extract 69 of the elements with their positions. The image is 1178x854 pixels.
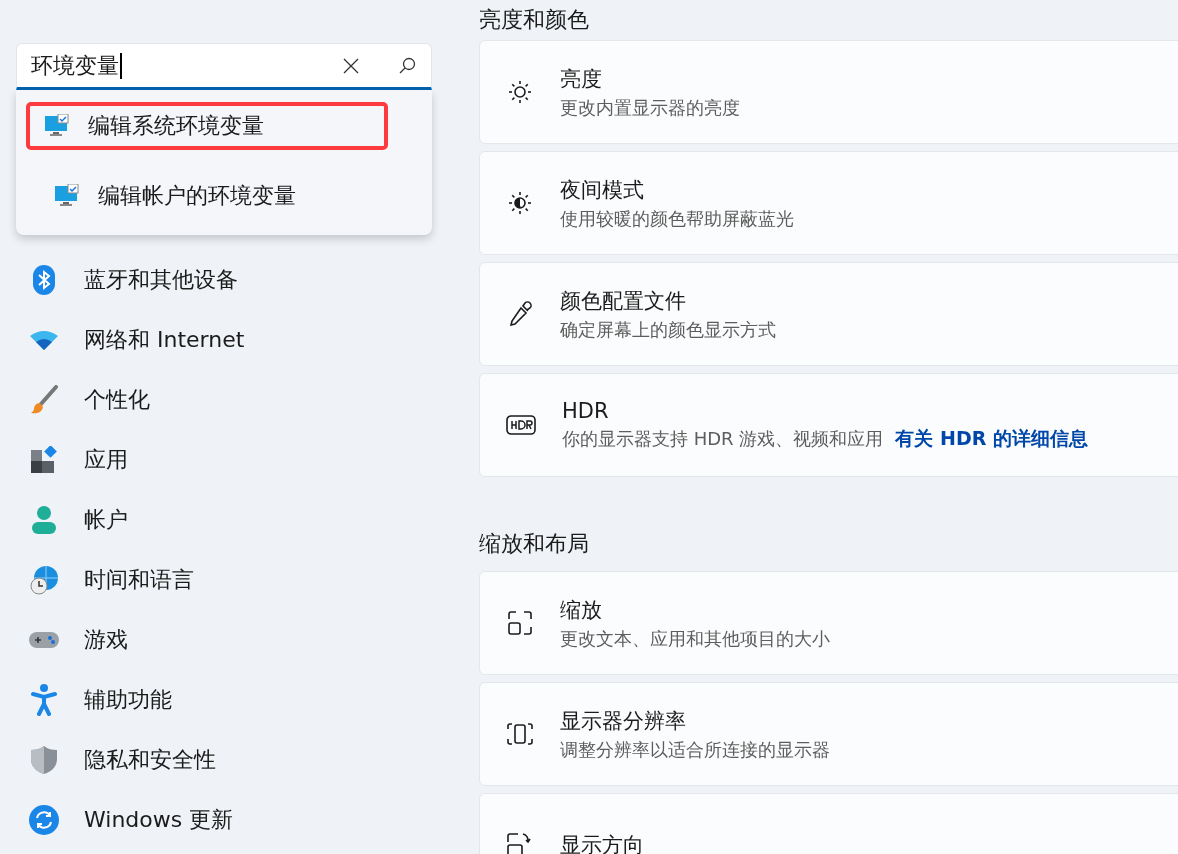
nav-label: 帐户 xyxy=(84,506,128,534)
nav-item[interactable]: 隐私和安全性 xyxy=(16,730,470,790)
nav-item[interactable]: 蓝牙和其他设备 xyxy=(16,250,470,310)
nav-item[interactable]: 时间和语言 xyxy=(16,550,470,610)
nav-label: 游戏 xyxy=(84,626,128,654)
apps-icon xyxy=(30,446,58,474)
card-title: 缩放 xyxy=(560,596,603,624)
wifi-icon xyxy=(29,329,59,351)
nav-label: 隐私和安全性 xyxy=(84,746,216,774)
card-title: HDR xyxy=(562,398,610,423)
settings-card[interactable]: HDR 你的显示器支持 HDR 游戏、视频和应用 有关 HDR 的详细信息 xyxy=(479,373,1178,477)
half-sun-icon xyxy=(506,189,534,217)
card-title: 亮度 xyxy=(560,65,603,93)
accessibility-icon xyxy=(31,684,57,716)
sun-icon xyxy=(506,78,534,106)
nav-label: 时间和语言 xyxy=(84,566,194,594)
card-title: 夜间模式 xyxy=(560,176,645,204)
result-label: 编辑系统环境变量 xyxy=(88,112,264,140)
card-description: 更改内置显示器的亮度 xyxy=(560,95,740,120)
nav-item[interactable]: 辅助功能 xyxy=(16,670,470,730)
card-description: 更改文本、应用和其他项目的大小 xyxy=(560,626,830,651)
settings-card[interactable]: 夜间模式 使用较暖的颜色帮助屏蔽蓝光 xyxy=(479,151,1178,255)
search-field[interactable]: 环境变量 xyxy=(16,43,432,90)
nav-label: 个性化 xyxy=(84,386,150,414)
settings-card[interactable]: 显示方向 xyxy=(479,793,1178,854)
nav-item[interactable]: 应用 xyxy=(16,430,470,490)
nav-item[interactable]: 网络和 Internet xyxy=(16,310,470,370)
search-text: 环境变量 xyxy=(31,50,325,81)
card-title: 显示器分辨率 xyxy=(560,707,687,735)
nav-item[interactable]: 个性化 xyxy=(16,370,470,430)
card-description: 使用较暖的颜色帮助屏蔽蓝光 xyxy=(560,206,794,231)
result-label: 编辑帐户的环境变量 xyxy=(98,182,296,210)
settings-card[interactable]: 颜色配置文件 确定屏幕上的颜色显示方式 xyxy=(479,262,1178,366)
nav-label: Windows 更新 xyxy=(84,806,234,834)
hdr-icon xyxy=(506,414,536,436)
search-result[interactable]: 编辑帐户的环境变量 xyxy=(26,172,388,220)
resolution-icon xyxy=(506,720,534,748)
card-title: 颜色配置文件 xyxy=(560,287,687,315)
settings-card[interactable]: 缩放 更改文本、应用和其他项目的大小 xyxy=(479,571,1178,675)
details-link[interactable]: 有关 HDR 的详细信息 xyxy=(895,425,1088,452)
search-result[interactable]: 编辑系统环境变量 xyxy=(26,102,388,150)
monitor-icon xyxy=(54,184,80,208)
close-icon[interactable] xyxy=(343,57,359,74)
nav-label: 辅助功能 xyxy=(84,686,172,714)
nav-item[interactable]: Windows 更新 xyxy=(16,790,470,850)
settings-card[interactable]: 亮度 更改内置显示器的亮度 xyxy=(479,40,1178,144)
nav-label: 应用 xyxy=(84,446,128,474)
shield-icon xyxy=(30,745,58,775)
rotate-screen-icon xyxy=(506,831,534,854)
gamepad-icon xyxy=(29,630,59,650)
card-description: 确定屏幕上的颜色显示方式 xyxy=(560,317,776,342)
card-description: 调整分辨率以适合所连接的显示器 xyxy=(560,737,830,762)
card-title: 显示方向 xyxy=(560,832,644,854)
paintbrush-icon xyxy=(29,385,59,415)
nav-label: 蓝牙和其他设备 xyxy=(84,266,238,294)
scale-icon xyxy=(506,609,534,637)
update-icon xyxy=(29,805,59,835)
card-description: 你的显示器支持 HDR 游戏、视频和应用 xyxy=(562,426,884,451)
search-icon[interactable] xyxy=(399,56,417,75)
nav-item[interactable]: 游戏 xyxy=(16,610,470,670)
section-heading: 亮度和颜色 xyxy=(479,6,590,34)
person-icon xyxy=(31,505,57,535)
nav-label: 网络和 Internet xyxy=(84,326,245,354)
globe-clock-icon xyxy=(29,565,59,595)
monitor-icon xyxy=(44,114,70,138)
nav-item[interactable]: 帐户 xyxy=(16,490,470,550)
section-heading: 缩放和布局 xyxy=(479,530,590,558)
bluetooth-icon xyxy=(32,265,56,295)
settings-card[interactable]: 显示器分辨率 调整分辨率以适合所连接的显示器 xyxy=(479,682,1178,786)
